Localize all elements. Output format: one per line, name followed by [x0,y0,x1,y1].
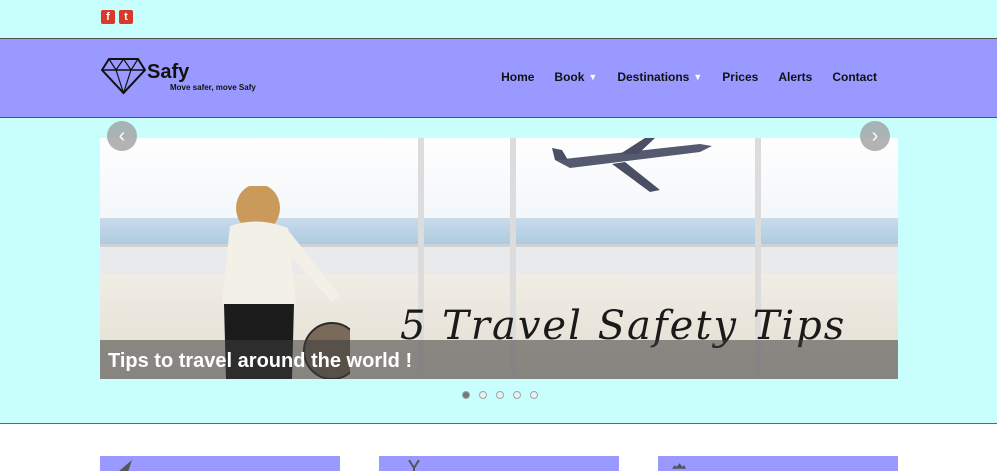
feature-card-1[interactable] [100,456,340,471]
nav-item-destinations[interactable]: Destinations ▼ [607,70,712,84]
slider-dot-5[interactable] [530,391,538,399]
diamond-icon[interactable] [101,57,146,95]
feature-icon [408,460,420,471]
brand-tagline: Move safer, move Safy [170,83,256,92]
feature-icon [672,463,686,469]
nav-item-contact[interactable]: Contact [822,70,887,84]
caret-down-icon: ▼ [588,72,598,82]
slider-next-button[interactable]: › [860,121,890,151]
slider-dot-2[interactable] [479,391,487,399]
feature-icon [119,460,132,471]
slide-caption: Tips to travel around the world ! [108,350,413,372]
slider-prev-button[interactable]: ‹ [107,121,137,151]
site-header: Safy Move safer, move Safy Home Book ▼ De… [0,38,997,118]
nav-item-book[interactable]: Book ▼ [544,70,607,84]
caret-down-icon: ▼ [693,72,703,82]
facebook-icon[interactable]: f [101,10,115,24]
airplane-icon [552,138,712,192]
slider-pagination [462,391,538,399]
brand-name[interactable]: Safy [147,61,189,84]
main-nav: Home Book ▼ Destinations ▼ Prices Alerts C… [491,70,887,84]
nav-item-home[interactable]: Home [491,70,544,84]
top-bar: f t [0,0,997,38]
twitter-icon[interactable]: t [119,10,133,24]
nav-item-prices[interactable]: Prices [712,70,768,84]
hero-slider: 5 Travel Safety Tips Tips to travel arou… [100,138,898,379]
slider-dot-3[interactable] [496,391,504,399]
feature-card-3[interactable] [658,456,898,471]
feature-card-2[interactable] [379,456,619,471]
caption-bar: Tips to travel around the world ! [100,340,898,379]
slider-dot-4[interactable] [513,391,521,399]
nav-item-alerts[interactable]: Alerts [768,70,822,84]
slider-dot-1[interactable] [462,391,470,399]
